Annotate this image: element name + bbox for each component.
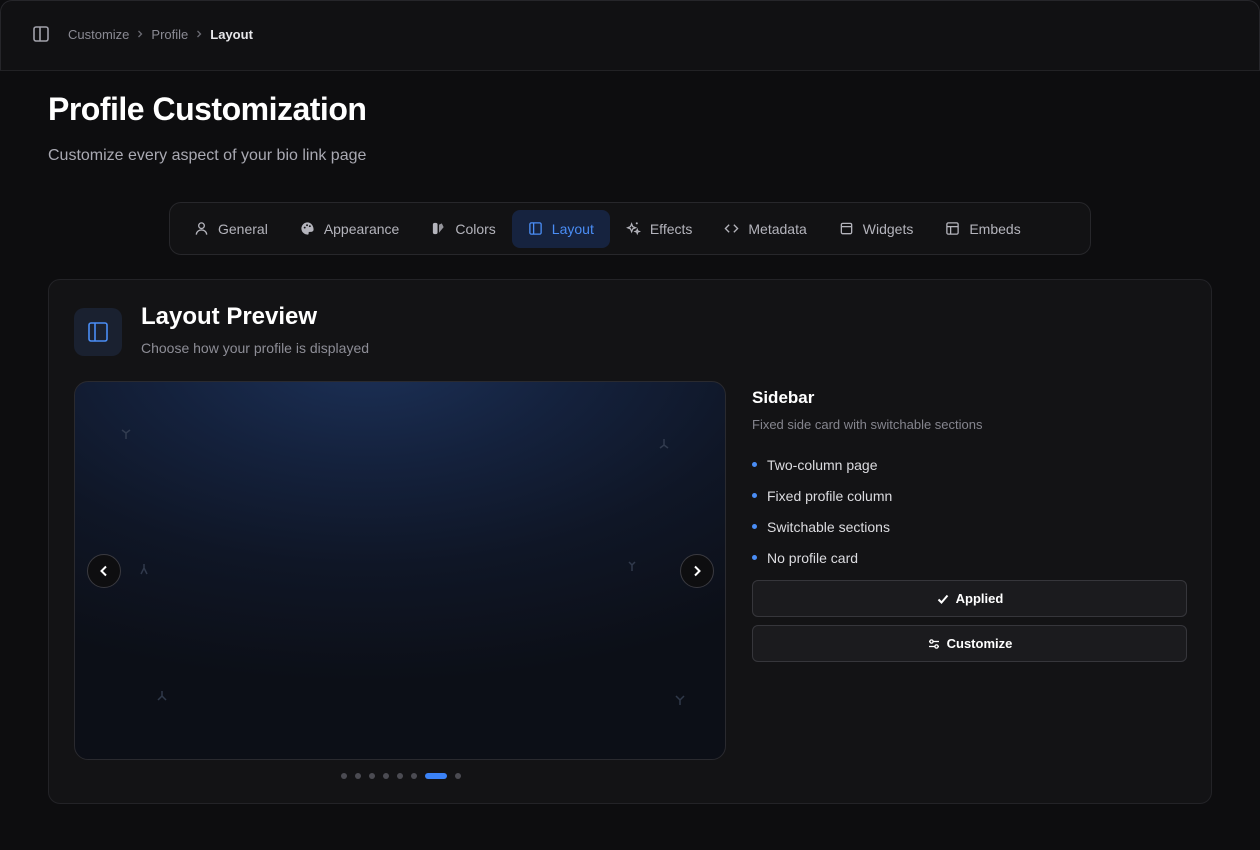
sparkle-particle-icon [157,691,167,701]
customize-button[interactable]: Customize [752,625,1187,662]
page-title: Profile Customization [48,91,367,127]
tab-label: Embeds [969,220,1021,237]
feature-text: Fixed profile column [767,487,893,504]
list-item: Fixed profile column [752,480,1188,511]
check-icon [937,594,948,604]
breadcrumb-current: Layout [210,26,253,42]
sparkle-particle-icon [675,695,685,705]
sparkle-particle-icon [659,439,669,449]
tab-appearance[interactable]: Appearance [284,210,416,248]
layout-panel-icon [74,308,122,356]
tab-layout[interactable]: Layout [511,209,610,248]
tab-label: Effects [649,220,693,237]
sidebar-toggle-icon[interactable] [32,25,52,43]
carousel-dot[interactable] [411,773,417,779]
breadcrumb: Customize Profile Layout [68,26,253,42]
tab-metadata[interactable]: Metadata [708,210,822,248]
chevron-right-icon [135,29,145,39]
tab-label: Appearance [323,220,400,237]
carousel-dot[interactable] [383,773,389,779]
carousel-prev-button[interactable] [87,554,121,588]
code-icon [724,224,739,233]
palette-icon [301,222,314,235]
feature-text: Switchable sections [767,518,890,535]
applied-label: Applied [955,591,1004,606]
list-item: No profile card [752,542,1188,573]
customize-label: Customize [946,636,1013,651]
bullet-dot [752,524,757,529]
tab-label: General [218,220,268,237]
sparkle-particle-icon [140,564,148,575]
chevron-right-icon [194,29,204,39]
layout-panel-icon [529,222,542,235]
card-subtitle: Choose how your profile is displayed [141,340,370,356]
tab-general[interactable]: General [178,210,284,248]
carousel-dot[interactable] [341,773,347,779]
layout-features: Two-column page Fixed profile column Swi… [752,449,1188,573]
layout-preview-card: Layout Preview Choose how your profile i… [48,279,1212,804]
tab-effects[interactable]: Effects [610,210,709,248]
bullet-dot [752,462,757,467]
bullet-dot [752,493,757,498]
bullet-dot [752,555,757,560]
feature-text: No profile card [767,549,859,566]
carousel-dot[interactable] [455,773,461,779]
tab-label: Layout [551,220,594,237]
layout-name: Sidebar [752,388,815,407]
tab-bar: General Appearance Colors Layout Effects… [169,202,1091,255]
carousel-next-button[interactable] [680,554,714,588]
breadcrumb-profile[interactable]: Profile [151,27,188,42]
sparkle-particle-icon [121,429,131,439]
swatch-icon [433,222,444,235]
embed-icon [946,222,960,235]
tab-label: Widgets [862,220,914,237]
tab-embeds[interactable]: Embeds [929,210,1036,248]
chevron-right-icon [694,565,701,577]
tab-colors[interactable]: Colors [415,210,511,248]
carousel-pagination [341,772,469,780]
tab-widgets[interactable]: Widgets [823,210,930,248]
sparkles-icon [625,222,641,236]
top-bar: Customize Profile Layout [0,0,1260,71]
list-item: Switchable sections [752,511,1188,542]
carousel-dot[interactable] [369,773,375,779]
list-item: Two-column page [752,449,1188,480]
layout-preview-image [74,381,726,760]
widget-icon [840,222,853,235]
user-icon [195,222,208,235]
layout-description: Fixed side card with switchable sections [752,417,983,432]
breadcrumb-customize[interactable]: Customize [68,27,129,42]
tab-label: Colors [455,220,496,237]
card-title: Layout Preview [141,303,318,330]
sparkle-particle-icon [628,561,636,571]
feature-text: Two-column page [767,456,878,473]
sliders-icon [928,638,939,649]
tab-label: Metadata [748,220,807,237]
layout-info: Sidebar Fixed side card with switchable … [752,388,1188,573]
page-subtitle: Customize every aspect of your bio link … [48,147,367,164]
carousel-dot[interactable] [355,773,361,779]
carousel-dot[interactable] [425,773,447,779]
chevron-left-icon [100,565,107,577]
carousel-dot[interactable] [397,773,403,779]
applied-button[interactable]: Applied [752,580,1187,617]
